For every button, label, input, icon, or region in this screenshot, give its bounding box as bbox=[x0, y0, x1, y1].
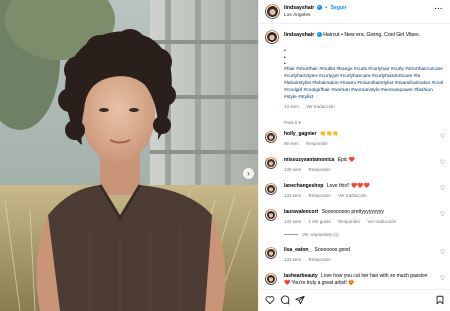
commenter-avatar[interactable] bbox=[265, 247, 277, 259]
commenter-avatar[interactable] bbox=[265, 183, 277, 195]
comment-body: holly_gagnier 👏👏👏 bbox=[284, 131, 434, 138]
comment-sort-dropdown[interactable]: Para ti ▾ bbox=[284, 120, 301, 126]
comment-username[interactable]: lanechangeshop bbox=[284, 183, 323, 189]
view-replies-label: Ver respuestas (1) bbox=[302, 232, 339, 237]
next-slide-button[interactable]: › bbox=[243, 168, 254, 179]
caption-avatar[interactable] bbox=[265, 30, 279, 44]
verified-badge-icon: ✓ bbox=[316, 5, 322, 11]
commenter-avatar[interactable] bbox=[265, 273, 277, 285]
author-avatar[interactable] bbox=[265, 4, 280, 19]
comment-age: 133 sem bbox=[284, 193, 302, 198]
header-user-row: lindsayshair ✓ • Seguir bbox=[284, 5, 347, 11]
follow-button[interactable]: Seguir bbox=[330, 5, 346, 11]
see-translation-link[interactable]: Ver traducción bbox=[338, 193, 367, 198]
portrait-image bbox=[0, 0, 258, 311]
comment-username[interactable]: holly_gagnier bbox=[284, 131, 317, 137]
comment-age: 133 sem bbox=[284, 257, 302, 262]
comment-likes[interactable]: 1 Me gusta bbox=[309, 219, 331, 224]
heart-icon[interactable] bbox=[265, 295, 275, 305]
commenter-avatar[interactable] bbox=[265, 157, 277, 169]
see-translation-link[interactable]: Ver traducción bbox=[306, 104, 335, 109]
comment-username[interactable]: lashearbeauty bbox=[284, 273, 318, 279]
comment-text: Epic ❤️ bbox=[337, 157, 356, 163]
comment-age: 130 sem bbox=[284, 167, 302, 172]
comment-text: Sooooooooo prettyyyyyyyyy bbox=[321, 209, 384, 215]
caption-hashtags[interactable]: #hair #shorthair #mullet #bangs #curls #… bbox=[284, 66, 444, 101]
comment-meta: 133 sem Responder bbox=[284, 257, 337, 262]
caption-age: 13 sem bbox=[284, 104, 299, 109]
post-action-bar bbox=[259, 289, 450, 311]
heart-icon[interactable]: ♡ bbox=[440, 133, 445, 140]
comment-username[interactable]: missuzysantamonica bbox=[284, 157, 334, 163]
post-location[interactable]: Los Ángeles bbox=[284, 13, 310, 18]
bullet: • bbox=[284, 48, 286, 54]
reply-link[interactable]: Responder bbox=[309, 167, 331, 172]
replies-divider bbox=[284, 234, 298, 236]
comment-icon[interactable] bbox=[280, 295, 290, 305]
commenter-avatar[interactable] bbox=[265, 131, 277, 143]
comment-username[interactable]: lisa_eaton_ bbox=[284, 247, 311, 253]
comment-age: 89 sem bbox=[284, 141, 299, 146]
comment-username[interactable]: lauravalencort bbox=[284, 209, 318, 215]
comment-body: lisa_eaton_ Sooooooo good bbox=[284, 247, 434, 254]
comment-body: lashearbeauty Love how you cut her hair … bbox=[284, 273, 434, 286]
comment-age: 133 sem bbox=[284, 219, 302, 224]
see-translation-link[interactable]: Ver traducción bbox=[367, 219, 396, 224]
bookmark-icon[interactable] bbox=[435, 295, 445, 305]
post-photo[interactable]: › bbox=[0, 0, 258, 311]
comment-body: missuzysantamonica Epic ❤️ bbox=[284, 157, 434, 164]
separator-dot: • bbox=[325, 5, 328, 11]
send-icon[interactable] bbox=[295, 295, 305, 305]
reply-link[interactable]: Responder bbox=[306, 141, 328, 146]
post-side-panel: lindsayshair ✓ • Seguir Los Ángeles ··· … bbox=[258, 0, 450, 311]
verified-badge-icon: ✓ bbox=[316, 32, 322, 38]
more-horizontal-icon[interactable]: ··· bbox=[435, 6, 444, 13]
caption-username[interactable]: lindsayshair bbox=[284, 32, 314, 38]
heart-icon[interactable]: ♡ bbox=[440, 185, 445, 192]
heart-icon[interactable]: ♡ bbox=[440, 159, 445, 166]
comment-body: lauravalencort Sooooooooo prettyyyyyyyyy bbox=[284, 209, 434, 216]
comment-text: 👏👏👏 bbox=[319, 131, 339, 137]
caption-text-block: lindsayshair ✓ Haircut • New era. Giving… bbox=[284, 32, 444, 39]
reply-link[interactable]: Responder bbox=[309, 257, 331, 262]
caption-bullets: • • • bbox=[284, 48, 286, 68]
comment-text: Sooooooo good bbox=[314, 247, 350, 253]
reply-link[interactable]: Responder bbox=[338, 219, 360, 224]
heart-icon[interactable]: ♡ bbox=[440, 249, 445, 256]
commenter-avatar[interactable] bbox=[265, 209, 277, 221]
comment-meta: 89 sem Responder bbox=[284, 141, 334, 146]
post-header: lindsayshair ✓ • Seguir Los Ángeles ··· bbox=[259, 0, 450, 24]
comment-text: Love this!! ❤️❤️❤️ bbox=[326, 183, 370, 189]
heart-icon[interactable]: ♡ bbox=[440, 211, 445, 218]
comment-body: lanechangeshop Love this!! ❤️❤️❤️ bbox=[284, 183, 434, 190]
heart-icon[interactable]: ♡ bbox=[440, 275, 445, 282]
comment-meta: 133 sem Responder Ver traducción bbox=[284, 193, 373, 198]
author-username[interactable]: lindsayshair bbox=[284, 5, 314, 11]
post-modal: › lindsayshair ✓ • Seguir Los Ángeles ··… bbox=[0, 0, 450, 311]
reply-link[interactable]: Responder bbox=[309, 193, 331, 198]
caption-meta: 13 sem Ver traducción bbox=[284, 104, 341, 109]
caption-text: Haircut • New era. Giving. Cool Girl Vib… bbox=[323, 32, 421, 38]
comment-meta: 130 sem Responder bbox=[284, 167, 337, 172]
comment-meta: 133 sem 1 Me gusta Responder Ver traducc… bbox=[284, 219, 402, 224]
view-replies-link[interactable]: Ver respuestas (1) bbox=[284, 232, 339, 237]
